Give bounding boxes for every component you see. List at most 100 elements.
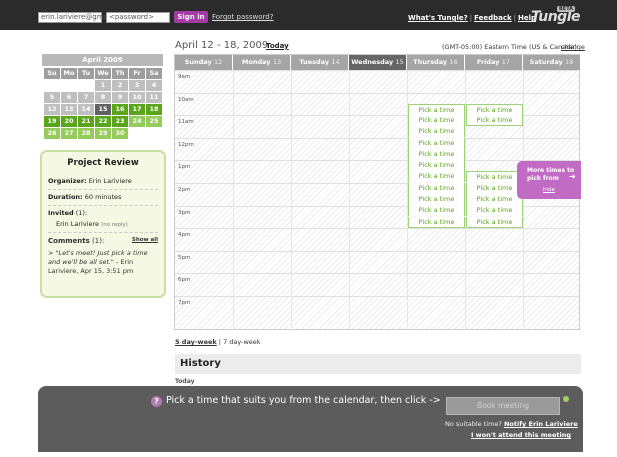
- invited-label: Invited: [48, 209, 74, 217]
- mini-calendar-blank: [44, 80, 60, 91]
- pick-a-time-slot[interactable]: Pick a time: [408, 103, 465, 115]
- mini-calendar-blank: [146, 128, 162, 139]
- top-links: What's Tungle? | Feedback | Help: [408, 14, 536, 22]
- hide-link[interactable]: hide: [543, 187, 555, 193]
- mini-calendar-day[interactable]: 7: [78, 92, 94, 103]
- hour-label: 6pm: [178, 277, 191, 284]
- link-separator: |: [469, 14, 473, 22]
- mini-calendar-day[interactable]: 14: [78, 104, 94, 115]
- column-divider: [291, 70, 292, 330]
- day-name: Monday: [241, 58, 271, 66]
- mini-calendar-day[interactable]: 3: [129, 80, 145, 91]
- mini-calendar-day[interactable]: 21: [78, 116, 94, 127]
- mini-calendar-day[interactable]: 10: [129, 92, 145, 103]
- mini-calendar-day[interactable]: 29: [95, 128, 111, 139]
- pick-a-time-slot[interactable]: Pick a time: [408, 160, 465, 172]
- seven-day-view-link[interactable]: 7 day-week: [223, 338, 260, 346]
- more-times-arrow-icon[interactable]: ➜: [569, 172, 576, 181]
- notify-organizer-link[interactable]: Notify Erin Lariviere: [504, 420, 578, 428]
- pick-a-time-slot[interactable]: Pick a time: [466, 103, 523, 115]
- timezone-label: (GMT-05:00) Eastern Time (US & Canada): [442, 43, 577, 51]
- pick-a-time-slot[interactable]: Pick a time: [408, 171, 465, 183]
- pick-a-time-slot[interactable]: Pick a time: [408, 216, 465, 228]
- mini-calendar-day[interactable]: 19: [44, 116, 60, 127]
- mini-calendar-day[interactable]: 24: [129, 116, 145, 127]
- mini-calendar-day[interactable]: 2: [112, 80, 128, 91]
- timezone-change-link[interactable]: change: [561, 43, 585, 51]
- today-link[interactable]: Today: [266, 42, 289, 50]
- mini-calendar-day[interactable]: 11: [146, 92, 162, 103]
- mini-calendar-day[interactable]: 27: [61, 128, 77, 139]
- mini-calendar-day[interactable]: 1: [95, 80, 111, 91]
- mini-calendar-day[interactable]: 20: [61, 116, 77, 127]
- day-name: Tuesday: [299, 58, 330, 66]
- mini-calendar-weekday: Sa: [146, 68, 162, 79]
- signin-button[interactable]: Sign in: [174, 11, 208, 23]
- mini-calendar-day[interactable]: 5: [44, 92, 60, 103]
- mini-calendar-day[interactable]: 22: [95, 116, 111, 127]
- pick-a-time-slot[interactable]: Pick a time: [408, 137, 465, 149]
- view-separator: |: [218, 338, 221, 346]
- link-separator: |: [513, 14, 516, 22]
- week-title: April 12 - 18, 2009: [175, 40, 269, 51]
- day-header-tuesday: Tuesday 14: [291, 55, 349, 70]
- mini-calendar-day[interactable]: 18: [146, 104, 162, 115]
- mini-calendar-day[interactable]: 25: [146, 116, 162, 127]
- pick-a-time-slot[interactable]: Pick a time: [466, 205, 523, 217]
- hour-line: [175, 250, 579, 252]
- day-header-thursday: Thursday 16: [407, 55, 465, 70]
- feedback-link[interactable]: Feedback: [474, 14, 512, 22]
- forgot-password-link[interactable]: Forgot password?: [212, 13, 273, 21]
- pick-a-time-slot[interactable]: Pick a time: [408, 114, 465, 126]
- pick-a-time-slot[interactable]: Pick a time: [408, 194, 465, 205]
- day-number: 13: [272, 58, 282, 66]
- day-number: 15: [395, 58, 404, 66]
- show-all-link[interactable]: Show all: [132, 237, 158, 243]
- hour-label: 7pm: [178, 300, 191, 306]
- mini-calendar-day[interactable]: 6: [61, 92, 77, 103]
- mini-calendar-day[interactable]: 8: [95, 92, 111, 103]
- comment-item: > "Let's meet! Just pick a time and we'l…: [48, 249, 148, 275]
- pick-a-time-slot[interactable]: Pick a time: [408, 126, 465, 138]
- comments-label: Comments: [48, 237, 90, 245]
- mini-calendar-day[interactable]: 28: [78, 128, 94, 139]
- pick-a-time-slot[interactable]: Pick a time: [466, 216, 523, 228]
- pick-a-time-slot[interactable]: Pick a time: [466, 194, 523, 205]
- mini-calendar-day[interactable]: 23: [112, 116, 128, 127]
- hour-label: 3pm: [178, 209, 191, 216]
- wont-attend-link[interactable]: I won't attend this meeting: [471, 431, 571, 439]
- mini-calendar-day[interactable]: 26: [44, 128, 60, 139]
- book-meeting-button[interactable]: Book meeting: [446, 397, 560, 415]
- mini-calendar-grid: Su Mo Tu We Th Fr Sa 1 2 3 4 5 6 7 8 9 10 11 12 13 14 15 16 17 1…: [44, 68, 163, 139]
- mini-calendar-day[interactable]: 13: [61, 104, 77, 115]
- mini-calendar-blank: [129, 128, 145, 139]
- pick-a-time-slot[interactable]: Pick a time: [466, 171, 523, 183]
- hour-label: 12pm: [178, 141, 194, 148]
- mini-calendar-title: April 2009: [42, 54, 163, 66]
- help-question-icon[interactable]: ?: [151, 396, 162, 407]
- pick-a-time-slot[interactable]: Pick a time: [408, 148, 465, 160]
- mini-calendar-day[interactable]: 16: [112, 104, 128, 115]
- whats-tungle-link[interactable]: What's Tungle?: [408, 14, 468, 22]
- mini-calendar-day[interactable]: 9: [112, 92, 128, 103]
- five-day-view-link[interactable]: 5 day-week: [175, 338, 217, 346]
- mini-calendar-day[interactable]: 17: [129, 104, 145, 115]
- day-header-saturday: Saturday 18: [523, 55, 581, 70]
- email-input[interactable]: erin.lariviere@gma: [38, 12, 108, 23]
- mini-calendar-day[interactable]: 30: [112, 128, 128, 139]
- mini-calendar-day[interactable]: 15: [95, 104, 111, 115]
- pick-a-time-slot[interactable]: Pick a time: [466, 114, 523, 126]
- mini-calendar-day[interactable]: 12: [44, 104, 60, 115]
- invited-count: (1):: [75, 209, 88, 217]
- mini-calendar-day[interactable]: 4: [146, 80, 162, 91]
- pick-a-time-slot[interactable]: Pick a time: [408, 205, 465, 217]
- mini-calendar-weekday: Tu: [78, 68, 94, 79]
- pick-a-time-slot[interactable]: Pick a time: [466, 182, 523, 194]
- password-input[interactable]: <password>: [106, 12, 170, 23]
- hour-label: 5pm: [178, 254, 191, 261]
- hour-line: [175, 137, 579, 139]
- pick-a-time-slot[interactable]: Pick a time: [408, 182, 465, 194]
- day-name: Thursday: [413, 58, 448, 66]
- instruction-text: Pick a time that suits you from the cale…: [166, 395, 441, 406]
- view-switcher: 5 day-week | 7 day-week: [175, 338, 261, 346]
